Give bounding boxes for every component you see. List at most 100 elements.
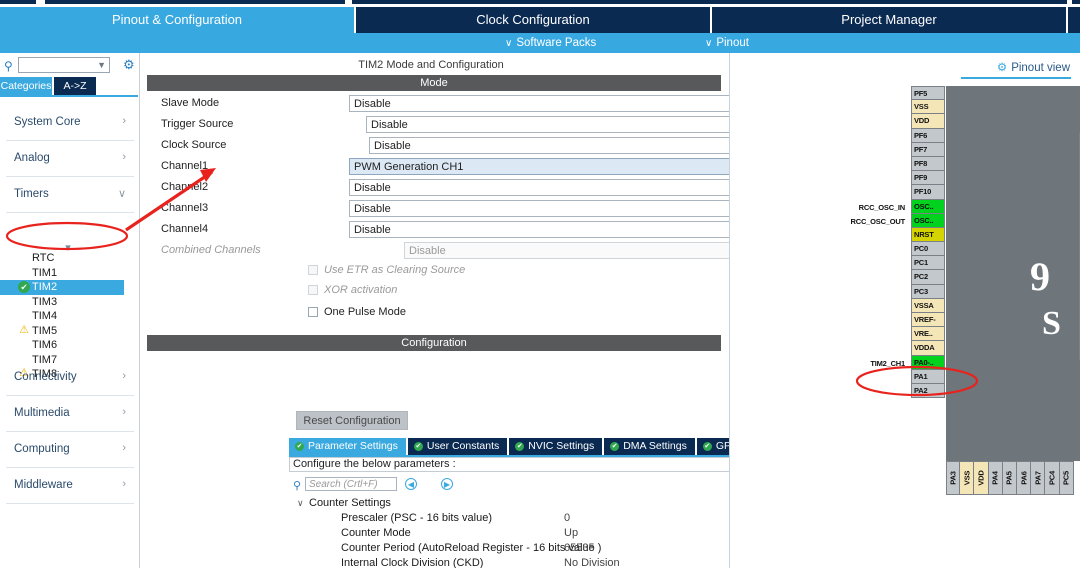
pin-osc[interactable]: OSC..: [911, 199, 945, 214]
pin-pc3[interactable]: PC3: [911, 284, 945, 299]
pin-vdda[interactable]: VDDA: [911, 341, 945, 356]
pin-vssa[interactable]: VSSA: [911, 298, 945, 313]
pin-signal-label: TIM2_CH1: [870, 358, 905, 368]
sidebar-item-tim3[interactable]: TIM3: [0, 295, 140, 310]
search-prev-button[interactable]: ◀: [405, 478, 417, 490]
sidebar-category-timers[interactable]: Timers ∨: [6, 177, 134, 213]
pin-pf9[interactable]: PF9: [911, 171, 945, 186]
parameter-value[interactable]: 0: [564, 511, 570, 526]
config-tab-label: Parameter Settings: [308, 440, 398, 452]
pin-pc5[interactable]: PC5: [1059, 461, 1074, 495]
chevron-down-icon: ∨: [297, 498, 304, 508]
sidebar-item-tim2[interactable]: ✔ TIM2: [0, 280, 124, 295]
mode-field-channel1: Channel1PWM Generation CH1∨: [141, 158, 839, 176]
pinout-view-label: Pinout view: [1011, 62, 1070, 74]
pin-pf6[interactable]: PF6: [911, 128, 945, 143]
mode-field-value: Disable: [354, 203, 391, 215]
sidebar-category-connectivity[interactable]: Connectivity ›: [6, 360, 134, 396]
sidebar-item-tim5[interactable]: ⚠ TIM5: [0, 324, 140, 339]
mode-section-header: Mode: [147, 75, 721, 91]
sidebar-category-computing[interactable]: Computing ›: [6, 432, 134, 468]
mode-field-value: Disable: [409, 245, 446, 257]
pin-pc4[interactable]: PC4: [1045, 461, 1060, 495]
sidebar-item-label: TIM6: [32, 339, 58, 351]
parameter-name: Counter Mode: [341, 527, 411, 539]
main-tab-bar: Pinout & Configuration Clock Configurati…: [0, 7, 1080, 33]
pin-nrst[interactable]: NRST: [911, 227, 945, 243]
mode-checkbox-one-pulse-mode[interactable]: One Pulse Mode: [308, 305, 608, 321]
check-icon: ✔: [413, 441, 423, 451]
chevron-down-icon: ∨: [117, 188, 126, 200]
sidebar-category-analog[interactable]: Analog ›: [6, 141, 134, 177]
config-tab-dma-settings[interactable]: ✔ DMA Settings: [604, 438, 695, 455]
subnav-pinout[interactable]: ∨ Pinout: [705, 33, 749, 53]
pin-vre[interactable]: VRE..: [911, 327, 945, 342]
pin-vdd[interactable]: VDD: [974, 461, 989, 495]
sidebar-item-label: TIM3: [32, 295, 58, 308]
pin-pa5[interactable]: PA5: [1002, 461, 1017, 495]
mode-field-clock-source: Clock SourceDisable∨: [141, 137, 839, 155]
panel-title: TIM2 Mode and Configuration: [358, 59, 504, 71]
pin-pa0[interactable]: PA0-..: [911, 355, 945, 370]
check-icon: ✔: [515, 441, 525, 451]
parameter-value[interactable]: Up: [564, 526, 578, 541]
sidebar-item-rtc[interactable]: RTC: [0, 251, 140, 266]
tab-clock-configuration[interactable]: Clock Configuration: [356, 7, 712, 33]
search-next-button[interactable]: ▶: [441, 478, 453, 490]
parameter-value[interactable]: 65535: [564, 541, 595, 556]
pin-vss[interactable]: VSS: [960, 461, 975, 495]
mode-checkbox-label: One Pulse Mode: [324, 306, 406, 318]
sidebar-tab-categories[interactable]: Categories: [0, 77, 52, 95]
pin-vss[interactable]: VSS: [911, 100, 945, 115]
parameter-search-input[interactable]: Search (Crtl+F): [305, 477, 397, 491]
mode-field-label: Slave Mode: [161, 97, 220, 109]
sidebar-item-tim4[interactable]: TIM4: [0, 309, 140, 324]
pin-vdd[interactable]: VDD: [911, 114, 945, 129]
mode-checkbox-label: XOR activation: [324, 284, 398, 296]
pin-pc1[interactable]: PC1: [911, 256, 945, 271]
check-icon: ✔: [702, 441, 712, 451]
sidebar-item-tim6[interactable]: TIM6: [0, 338, 140, 353]
pin-pf10[interactable]: PF10: [911, 185, 945, 200]
parameter-name: Prescaler (PSC - 16 bits value): [341, 512, 492, 524]
chevron-right-icon: ›: [122, 406, 126, 418]
tab-project-manager[interactable]: Project Manager: [712, 7, 1068, 33]
pin-pa6[interactable]: PA6: [1016, 461, 1032, 495]
pin-pa2[interactable]: PA2: [911, 383, 945, 399]
checkbox-icon[interactable]: [308, 307, 318, 317]
config-tab-user-constants[interactable]: ✔ User Constants: [407, 438, 508, 455]
sidebar-item-tim1[interactable]: TIM1: [0, 266, 140, 281]
pinout-view-underline: [961, 77, 1071, 79]
pinout-view-link[interactable]: ⚙ Pinout view: [997, 60, 1070, 74]
config-tab-nvic-settings[interactable]: ✔ NVIC Settings: [509, 438, 603, 455]
pin-pa7[interactable]: PA7: [1031, 461, 1046, 495]
pin-osc[interactable]: OSC..: [911, 213, 945, 228]
sidebar-search-input[interactable]: ▼: [18, 57, 110, 73]
mode-checkbox-use-etr-as-clearing-source: Use ETR as Clearing Source: [308, 263, 608, 279]
sidebar-category-middleware[interactable]: Middleware ›: [6, 468, 134, 504]
sidebar-category-label: Computing: [14, 443, 70, 455]
subnav-software-packs[interactable]: ∨ Software Packs: [505, 33, 596, 53]
sidebar-tab-a-to-z[interactable]: A->Z: [54, 77, 96, 95]
pin-pc2[interactable]: PC2: [911, 270, 945, 285]
pin-vref[interactable]: VREF-: [911, 313, 945, 328]
pin-pa3[interactable]: PA3: [946, 461, 961, 495]
mode-field-label: Channel3: [161, 202, 209, 214]
pin-pf7[interactable]: PF7: [911, 142, 945, 157]
chevron-down-icon: ▼: [97, 60, 106, 70]
gear-icon[interactable]: ⚙: [123, 58, 137, 72]
tab-pinout-configuration[interactable]: Pinout & Configuration: [0, 7, 356, 33]
reset-configuration-button[interactable]: Reset Configuration: [296, 411, 408, 430]
pin-pf5[interactable]: PF5: [911, 86, 945, 101]
pin-pc0[interactable]: PC0: [911, 242, 945, 257]
pin-pf8[interactable]: PF8: [911, 156, 945, 172]
sidebar-category-multimedia[interactable]: Multimedia ›: [6, 396, 134, 432]
pin-pa4[interactable]: PA4: [988, 461, 1003, 495]
chevron-right-icon: ›: [122, 370, 126, 382]
config-tab-parameter-settings[interactable]: ✔ Parameter Settings: [289, 438, 406, 455]
mode-field-value: Disable: [354, 182, 391, 194]
mode-field-label: Combined Channels: [161, 244, 261, 256]
window-top-strip: [0, 0, 1080, 7]
pin-pa1[interactable]: PA1: [911, 369, 945, 384]
sidebar-category-system-core[interactable]: System Core ›: [6, 105, 134, 141]
